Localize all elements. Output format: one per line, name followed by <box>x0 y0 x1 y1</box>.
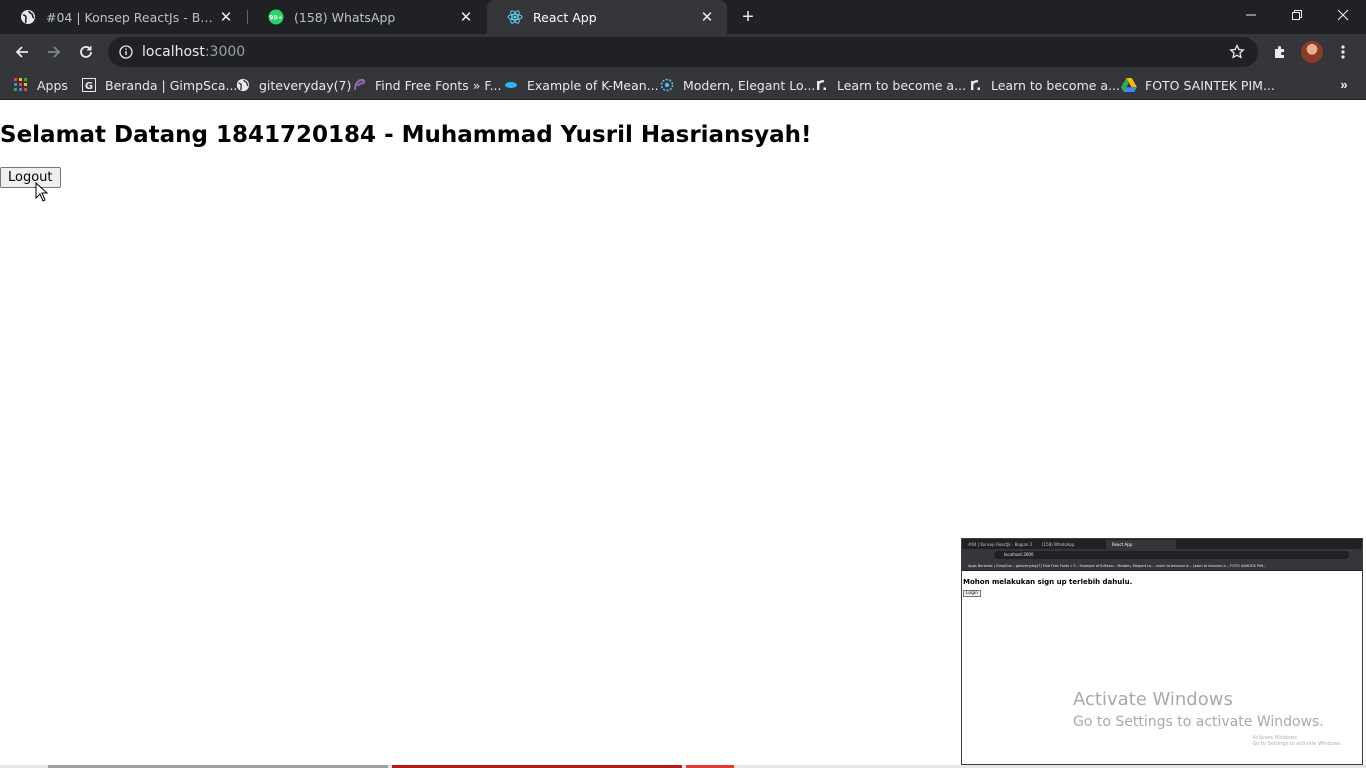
thumb-url: localhost:3000 <box>994 551 1349 559</box>
bookmark-gimpscape[interactable]: G Beranda | GimpSca... <box>81 75 237 95</box>
logo-icon <box>659 77 675 93</box>
bookmark-label: Apps <box>37 77 68 93</box>
thumb-toolbar: localhost:3000 <box>962 549 1362 561</box>
learn-icon <box>813 77 829 93</box>
bookmark-modern-elegant[interactable]: Modern, Elegant Lo... <box>659 75 815 95</box>
bookmark-k-means[interactable]: Example of K-Mean... <box>503 75 659 95</box>
back-icon[interactable] <box>9 39 35 65</box>
bookmark-label: giteveryday(7) <box>259 77 352 93</box>
reload-icon[interactable] <box>73 39 99 65</box>
activate-windows-watermark: Activate Windows Go to Settings to activ… <box>1073 688 1324 732</box>
close-tab-icon[interactable]: ✕ <box>458 8 474 26</box>
svg-text:G: G <box>85 81 93 92</box>
close-tab-icon[interactable]: ✕ <box>218 8 234 26</box>
thumb-tab: #04 | Konsep ReactJs - Bagian 2 <box>968 542 1033 547</box>
apps-grid-icon <box>13 77 29 93</box>
kmeans-icon <box>503 77 519 93</box>
bookmark-learn-2[interactable]: Learn to become a... <box>967 75 1120 95</box>
logout-button[interactable]: Logout <box>0 167 61 188</box>
bookmark-label: FOTO SAINTEK PIM... <box>1145 77 1275 93</box>
thumb-heading: Mohon melakukan sign up terlebih dahulu. <box>963 578 1133 586</box>
whatsapp-icon: 99+ <box>268 9 284 25</box>
restore-icon[interactable] <box>1274 0 1320 30</box>
bookmark-label: Beranda | GimpSca... <box>105 77 238 93</box>
mouse-cursor-icon <box>35 182 49 202</box>
bookmark-label: Learn to become a... <box>991 77 1120 93</box>
bookmark-label: Example of K-Mean... <box>527 77 659 93</box>
url-text: localhost:3000 <box>142 44 245 60</box>
tab-title: React App <box>533 9 597 25</box>
thumb-tab: (158) WhatsApp <box>1042 542 1075 547</box>
close-window-icon[interactable] <box>1320 0 1366 30</box>
tab-whatsapp[interactable]: 99+ (158) WhatsApp ✕ <box>248 0 486 34</box>
extensions-icon[interactable] <box>1268 40 1292 64</box>
tab-konsep-reactjs[interactable]: #04 | Konsep ReactJs - Bagian 2 ✕ <box>0 0 246 34</box>
tab-title: #04 | Konsep ReactJs - Bagian 2 <box>46 9 218 25</box>
thumb-bookmarks: Apps Beranda | GimpSca... giteveryday(7)… <box>962 561 1362 571</box>
react-icon <box>507 9 523 25</box>
learn-icon <box>967 77 983 93</box>
thumb-watermark-line2: Go to Settings to activate Windows. <box>1252 741 1342 747</box>
close-tab-icon[interactable]: ✕ <box>699 8 715 26</box>
browser-toolbar: localhost:3000 <box>0 34 1366 70</box>
thumb-tab-strip: #04 | Konsep ReactJs - Bagian 2 (158) Wh… <box>962 539 1362 549</box>
profile-avatar[interactable] <box>1301 41 1323 63</box>
whatsapp-badge: 99+ <box>269 15 282 22</box>
tab-strip: #04 | Konsep ReactJs - Bagian 2 ✕ 99+ (1… <box>0 0 1366 34</box>
url-host: localhost <box>142 44 205 60</box>
bookmark-find-free-fonts[interactable]: Find Free Fonts » F... <box>351 75 502 95</box>
bookmark-learn-1[interactable]: Learn to become a... <box>813 75 966 95</box>
gimpscape-icon: G <box>81 77 97 93</box>
google-drive-icon <box>1121 77 1137 93</box>
bookmark-label: Find Free Fonts » F... <box>375 77 502 93</box>
address-bar[interactable]: localhost:3000 <box>108 37 1258 67</box>
forward-icon[interactable] <box>41 39 67 65</box>
bookmark-label: Learn to become a... <box>837 77 966 93</box>
menu-kebab-icon[interactable] <box>1331 40 1355 64</box>
tab-title: (158) WhatsApp <box>294 9 396 25</box>
watermark-title: Activate Windows <box>1073 689 1233 710</box>
url-port: :3000 <box>204 44 246 60</box>
more-bookmarks-chevron-icon[interactable]: » <box>1334 75 1354 95</box>
globe-icon <box>20 9 36 25</box>
welcome-heading: Selamat Datang 1841720184 - Muhammad Yus… <box>0 122 812 148</box>
bookmark-foto-saintek[interactable]: FOTO SAINTEK PIM... <box>1121 75 1275 95</box>
watermark-subtitle: Go to Settings to activate Windows. <box>1073 714 1324 730</box>
bookmarks-bar: Apps G Beranda | GimpSca... giteveryday(… <box>0 70 1366 100</box>
bookmark-label: Modern, Elegant Lo... <box>683 77 816 93</box>
site-info-icon[interactable] <box>118 44 134 60</box>
thumb-login-button: Login <box>963 590 982 597</box>
fonts-icon <box>351 77 367 93</box>
new-tab-button[interactable]: + <box>737 6 759 28</box>
bookmark-apps[interactable]: Apps <box>13 75 68 95</box>
tab-react-app[interactable]: React App ✕ <box>487 0 727 34</box>
globe-icon <box>235 77 251 93</box>
bookmark-giteveryday[interactable]: giteveryday(7) <box>235 75 351 95</box>
thumb-watermark: Activate Windows Go to Settings to activ… <box>1252 735 1342 747</box>
bookmark-star-icon[interactable] <box>1228 43 1246 61</box>
thumb-tab: React App <box>1106 540 1176 549</box>
minimize-icon[interactable] <box>1228 0 1274 30</box>
